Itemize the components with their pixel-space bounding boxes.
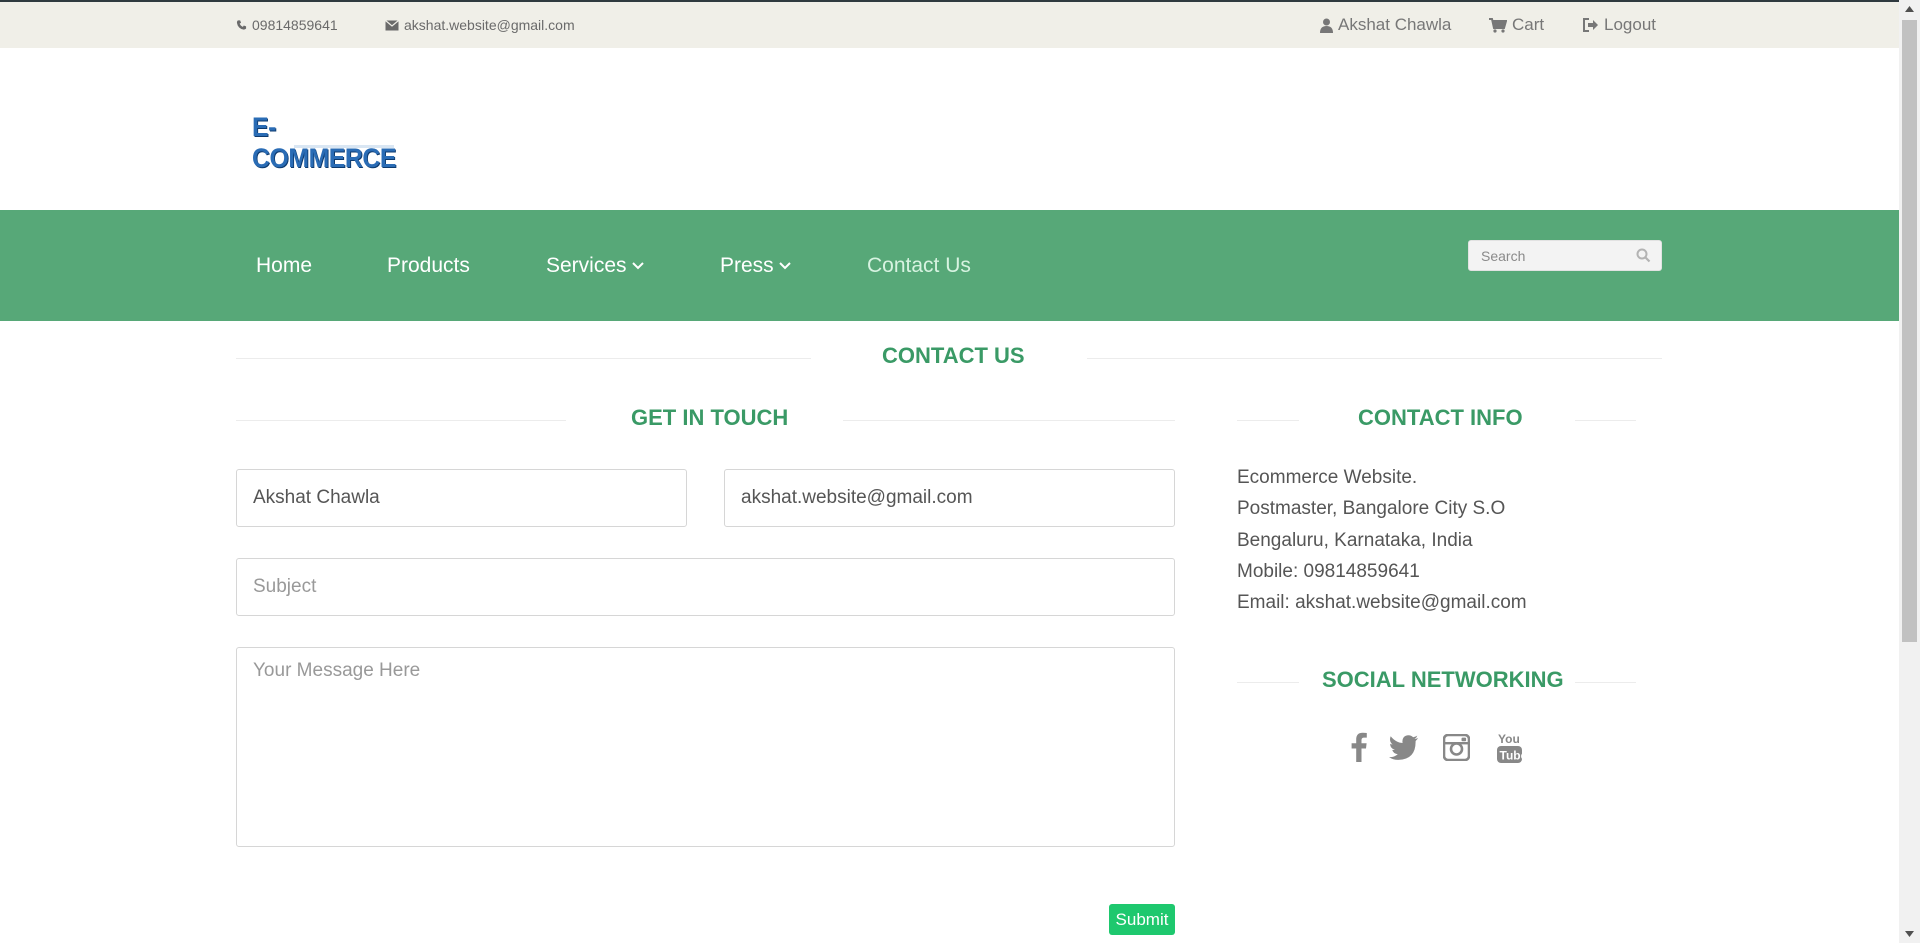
chevron-down-icon — [631, 261, 644, 269]
twitter-link[interactable] — [1387, 729, 1421, 765]
phone-icon — [236, 20, 247, 30]
cart-link[interactable]: Cart — [1489, 2, 1544, 48]
divider — [843, 420, 1175, 421]
nav-contact-us-label: Contact Us — [867, 253, 971, 277]
info-title: CONTACT INFO — [1358, 405, 1523, 430]
form-title-row: GET IN TOUCH — [236, 405, 1175, 435]
youtube-link[interactable]: You Tube — [1494, 729, 1524, 765]
logout-link[interactable]: Logout — [1583, 2, 1656, 48]
phone-info: 09814859641 — [236, 2, 338, 48]
user-account-link[interactable]: Akshat Chawla — [1320, 2, 1451, 48]
scroll-thumb[interactable] — [1902, 20, 1917, 642]
search-icon[interactable] — [1636, 248, 1651, 263]
divider — [1575, 682, 1636, 683]
sign-out-icon — [1583, 18, 1598, 32]
nav-contact-us[interactable]: Contact Us — [867, 210, 971, 321]
chevron-down-icon — [778, 261, 791, 269]
page-scrollbar[interactable] — [1899, 0, 1920, 943]
divider — [1237, 682, 1299, 683]
logo-text: E-COMMERCE — [252, 112, 396, 173]
arrow-down-icon — [1905, 931, 1914, 937]
nav-home-label: Home — [256, 253, 313, 277]
email-field[interactable] — [724, 469, 1175, 527]
envelope-icon — [385, 19, 399, 30]
divider — [1575, 420, 1636, 421]
nav-products[interactable]: Products — [387, 210, 470, 321]
nav-press[interactable]: Press — [720, 210, 791, 321]
phone-number: 09814859641 — [252, 17, 338, 33]
search-input[interactable] — [1469, 241, 1629, 270]
user-icon — [1320, 18, 1333, 33]
top-bar: 09814859641 akshat.website@gmail.com Aks… — [0, 0, 1899, 48]
instagram-icon — [1442, 733, 1470, 761]
logo-underline — [294, 145, 394, 148]
divider — [1237, 420, 1299, 421]
search-box — [1468, 240, 1662, 271]
main-nav: Home Products Services Press Contact Us — [0, 210, 1899, 321]
email-address: akshat.website@gmail.com — [404, 17, 575, 33]
nav-home[interactable]: Home — [256, 210, 312, 321]
youtube-icon: You Tube — [1496, 732, 1523, 763]
instagram-link[interactable] — [1441, 729, 1471, 765]
nav-services[interactable]: Services — [546, 210, 644, 321]
form-title: GET IN TOUCH — [631, 405, 789, 430]
info-address-2: Bengaluru, Karnataka, India — [1237, 530, 1473, 551]
name-field[interactable] — [236, 469, 687, 527]
email-info: akshat.website@gmail.com — [385, 2, 575, 48]
submit-button[interactable]: Submit — [1109, 904, 1175, 935]
facebook-icon — [1351, 732, 1367, 762]
scroll-down-arrow[interactable] — [1899, 925, 1920, 943]
divider — [236, 420, 566, 421]
logout-label: Logout — [1604, 15, 1656, 34]
scroll-up-arrow[interactable] — [1899, 0, 1920, 18]
cart-label: Cart — [1512, 15, 1545, 34]
nav-services-label: Services — [546, 253, 627, 277]
message-field[interactable] — [236, 647, 1175, 847]
info-mobile: Mobile: 09814859641 — [1237, 561, 1420, 582]
social-title: SOCIAL NETWORKING — [1322, 667, 1564, 692]
nav-products-label: Products — [387, 253, 470, 277]
info-title-row: CONTACT INFO — [1237, 405, 1636, 435]
svg-text:You: You — [1498, 732, 1520, 746]
page-title: CONTACT US — [882, 343, 1025, 368]
info-address-1: Postmaster, Bangalore City S.O — [1237, 498, 1506, 519]
divider — [236, 358, 811, 359]
user-name: Akshat Chawla — [1338, 15, 1452, 34]
info-email: Email: akshat.website@gmail.com — [1237, 592, 1527, 613]
facebook-link[interactable] — [1345, 729, 1373, 765]
arrow-up-icon — [1905, 6, 1914, 12]
subject-field[interactable] — [236, 558, 1175, 616]
cart-icon — [1489, 17, 1507, 33]
page-title-row: CONTACT US — [236, 343, 1662, 373]
nav-press-label: Press — [720, 253, 774, 277]
twitter-icon — [1389, 734, 1418, 760]
svg-text:Tube: Tube — [1499, 748, 1523, 762]
divider — [1087, 358, 1662, 359]
social-title-row: SOCIAL NETWORKING — [1237, 667, 1636, 697]
site-logo[interactable]: E-COMMERCE — [252, 108, 427, 173]
info-company: Ecommerce Website. — [1237, 467, 1418, 488]
